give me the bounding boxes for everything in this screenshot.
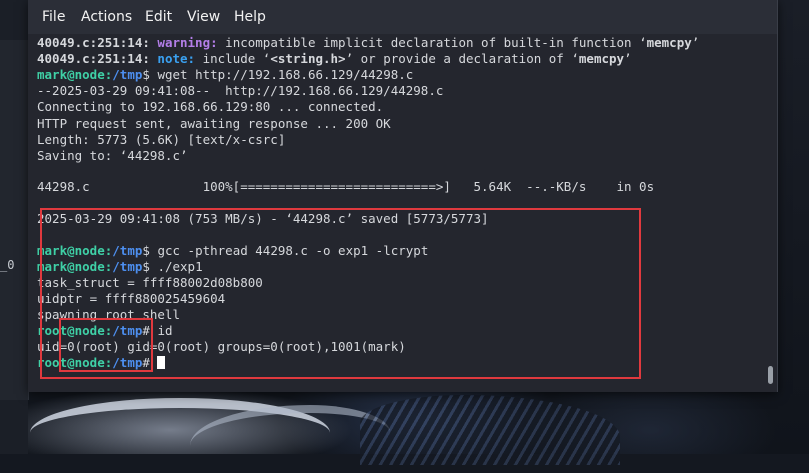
- header-name: <string.h>: [270, 51, 346, 66]
- menu-bar: File Actions Edit View Help: [28, 0, 777, 34]
- command-text: wget http://192.168.66.129/44298.c: [157, 67, 414, 82]
- command-line: mark@node:/tmp$ wget http://192.168.66.1…: [37, 67, 413, 83]
- function-name: memcpy: [646, 35, 692, 50]
- wallpaper-texture: [360, 395, 620, 465]
- source-location: 40049.c:251:14:: [37, 35, 150, 50]
- menu-actions[interactable]: Actions: [81, 9, 132, 25]
- output-line: --2025-03-29 09:41:08-- http://192.168.6…: [37, 83, 444, 98]
- highlight-box-root: [59, 318, 153, 372]
- quote-close: ’: [624, 51, 632, 66]
- note-text: include ‘: [195, 51, 271, 66]
- quote-close: ’: [691, 35, 700, 50]
- function-name: memcpy: [578, 51, 625, 66]
- note-text-mid: ’ or provide a declaration of ‘: [345, 51, 579, 66]
- note-keyword: note:: [157, 51, 196, 66]
- output-line: Connecting to 192.168.66.129:80 ... conn…: [37, 99, 384, 114]
- warning-keyword: warning:: [157, 35, 218, 50]
- terminal-window[interactable]: File Actions Edit View Help 40049.c:251:…: [28, 0, 778, 392]
- compiler-note-line: 40049.c:251:14: note: include ‘<string.h…: [37, 51, 632, 67]
- scrollbar-thumb[interactable]: [768, 366, 773, 384]
- warning-text: incompatible implicit declaration of bui…: [217, 35, 647, 50]
- prompt-symbol: $: [142, 67, 158, 82]
- menu-view[interactable]: View: [187, 9, 220, 25]
- prompt-user: mark@node:: [37, 67, 113, 82]
- output-line: Saving to: ‘44298.c’: [37, 148, 188, 163]
- menu-help[interactable]: Help: [234, 9, 266, 25]
- output-line: Length: 5773 (5.6K) [text/x-csrc]: [37, 132, 286, 147]
- menu-edit[interactable]: Edit: [145, 9, 172, 25]
- source-location: 40049.c:251:14:: [37, 51, 150, 66]
- compiler-warning-line: 40049.c:251:14: warning: incompatible im…: [37, 35, 699, 51]
- background-window-panel: [0, 40, 29, 400]
- background-window[interactable]: _0: [0, 0, 29, 454]
- menu-file[interactable]: File: [42, 9, 65, 25]
- download-progress-line: 44298.c 100%[==========================>…: [37, 179, 655, 194]
- background-window-text: _0: [0, 258, 15, 272]
- output-line: HTTP request sent, awaiting response ...…: [37, 116, 391, 131]
- prompt-path: /tmp: [112, 67, 143, 82]
